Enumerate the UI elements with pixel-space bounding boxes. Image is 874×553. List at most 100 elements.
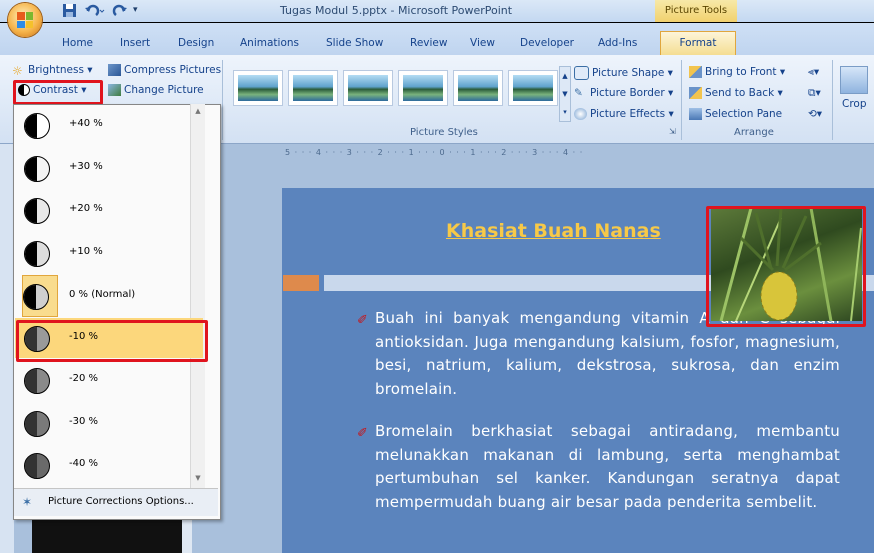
contrast-option[interactable]: +40 % xyxy=(15,105,203,145)
contrast-option[interactable]: 0 % (Normal) xyxy=(22,275,135,317)
bullet-icon: ✐ xyxy=(357,313,369,328)
contrast-level-icon xyxy=(23,284,49,310)
group-separator xyxy=(222,60,223,140)
change-picture-icon xyxy=(108,84,121,96)
compress-icon xyxy=(108,64,121,76)
gallery-scroll[interactable]: ▲ ▼ ▾ xyxy=(559,66,571,122)
contrast-level-icon xyxy=(24,368,50,394)
compress-label: Compress Pictures xyxy=(124,64,222,76)
bring-to-front-button[interactable]: Bring to Front ▾ xyxy=(689,66,785,78)
contrast-options-list: +40 % +30 % +20 % +10 % 0 % (Normal) -10 % -20… xyxy=(14,105,204,488)
contrast-option-label: -20 % xyxy=(69,373,99,384)
send-to-back-button[interactable]: Send to Back ▾ xyxy=(689,87,783,99)
picture-style-1[interactable] xyxy=(233,70,283,106)
group-separator xyxy=(681,60,682,140)
tab-home[interactable]: Home xyxy=(62,37,93,49)
option-highlight xyxy=(16,320,208,362)
contrast-option-label: +20 % xyxy=(69,203,103,214)
picture-style-2[interactable] xyxy=(288,70,338,106)
arrange-group-label: Arrange xyxy=(734,127,774,138)
brightness-label: Brightness xyxy=(28,64,84,76)
compress-pictures-button[interactable]: Compress Pictures xyxy=(108,64,221,76)
rotate-button[interactable]: ⟲▾ xyxy=(808,108,822,120)
bullet-text-2: Bromelain berkhasiat sebagai antiradang,… xyxy=(375,422,840,511)
tab-slide-show[interactable]: Slide Show xyxy=(326,37,383,49)
picture-highlight xyxy=(706,206,866,327)
picture-shape-button[interactable]: Picture Shape ▾ xyxy=(574,66,673,80)
contrast-option[interactable]: -20 % xyxy=(15,360,203,400)
group-button[interactable]: ⧉▾ xyxy=(808,87,821,100)
style-preview-icon xyxy=(513,75,553,101)
picture-effects-button[interactable]: Picture Effects ▾ xyxy=(574,108,674,120)
contrast-option[interactable]: -30 % xyxy=(15,403,203,443)
style-preview-icon xyxy=(458,75,498,101)
pencil-icon: ✎ xyxy=(574,87,583,99)
change-picture-button[interactable]: Change Picture xyxy=(108,84,204,96)
contrast-level-icon xyxy=(24,198,50,224)
tab-format[interactable]: Format xyxy=(660,31,736,56)
style-preview-icon xyxy=(348,75,388,101)
send-back-icon xyxy=(689,87,702,99)
title-accent-bar xyxy=(283,275,319,291)
style-preview-icon xyxy=(293,75,333,101)
tab-review[interactable]: Review xyxy=(410,37,447,49)
picture-border-label: Picture Border xyxy=(590,87,665,99)
sun-icon: ☼ xyxy=(12,64,23,78)
save-icon[interactable] xyxy=(62,3,78,19)
contrast-option[interactable]: +30 % xyxy=(15,148,203,188)
selection-pane-label: Selection Pane xyxy=(705,108,783,120)
tab-developer[interactable]: Developer xyxy=(520,37,574,49)
contrast-option-label: +40 % xyxy=(69,118,103,129)
picture-tools-tab-group: Picture Tools xyxy=(655,0,737,22)
selection-pane-icon xyxy=(689,108,702,120)
tab-add-ins[interactable]: Add-Ins xyxy=(598,37,637,49)
picture-effects-label: Picture Effects xyxy=(590,108,666,120)
bullet-icon: ✐ xyxy=(357,426,369,441)
contrast-option[interactable]: +10 % xyxy=(15,233,203,273)
slide-title[interactable]: Khasiat Buah Nanas xyxy=(446,220,661,242)
dialog-launcher-icon[interactable]: ⇲ xyxy=(669,127,676,136)
window-title: Tugas Modul 5.pptx - Microsoft PowerPoin… xyxy=(280,4,513,17)
crop-button[interactable]: Crop xyxy=(842,98,867,110)
effects-icon xyxy=(574,108,587,120)
office-button[interactable] xyxy=(8,3,42,37)
brightness-button[interactable]: ☼ Brightness ▾ xyxy=(12,64,93,78)
picture-corrections-options-item[interactable]: ✶ Picture Corrections Options... xyxy=(14,488,218,516)
slide-thumbnail[interactable] xyxy=(32,518,182,553)
customize-qat-icon[interactable]: ▾ xyxy=(133,5,138,21)
contrast-level-icon xyxy=(24,155,50,182)
contrast-option-label: -30 % xyxy=(69,415,99,427)
bring-front-label: Bring to Front xyxy=(705,66,777,78)
contrast-option[interactable]: +20 % xyxy=(15,190,203,230)
contrast-level-icon xyxy=(24,410,50,437)
bullet-paragraph-2[interactable]: ✐ Bromelain berkhasiat sebagai antiradan… xyxy=(357,420,840,514)
tab-animations[interactable]: Animations xyxy=(240,37,299,49)
picture-border-button[interactable]: ✎ Picture Border ▾ xyxy=(574,87,673,99)
align-button[interactable]: ⫷▾ xyxy=(808,66,819,79)
picture-styles-group-label: Picture Styles xyxy=(410,127,478,138)
contrast-option-label: 0 % (Normal) xyxy=(69,289,136,300)
contrast-option-label: +10 % xyxy=(69,245,103,257)
vertical-ruler xyxy=(182,518,192,553)
undo-icon[interactable] xyxy=(84,3,106,19)
horizontal-ruler: 5 · · · 4 · · · 3 · · · 2 · · · 1 · · · … xyxy=(285,148,584,157)
picture-style-4[interactable] xyxy=(398,70,448,106)
crop-icon[interactable] xyxy=(840,66,868,94)
tab-design[interactable]: Design xyxy=(178,37,214,49)
picture-style-3[interactable] xyxy=(343,70,393,106)
picture-shape-label: Picture Shape xyxy=(592,67,665,79)
corrections-label: Picture Corrections Options... xyxy=(48,496,194,507)
picture-style-5[interactable] xyxy=(453,70,503,106)
picture-style-6[interactable] xyxy=(508,70,558,106)
style-preview-icon xyxy=(238,75,278,101)
change-picture-label: Change Picture xyxy=(124,84,204,96)
redo-icon[interactable] xyxy=(112,3,128,19)
contrast-level-icon xyxy=(24,113,50,139)
tab-view[interactable]: View xyxy=(470,37,495,49)
tab-insert[interactable]: Insert xyxy=(120,37,150,49)
contrast-level-icon xyxy=(24,240,50,267)
send-back-label: Send to Back xyxy=(705,87,775,99)
selection-pane-button[interactable]: Selection Pane xyxy=(689,108,782,120)
shape-icon xyxy=(574,66,589,80)
contrast-option[interactable]: -40 % xyxy=(15,445,203,485)
